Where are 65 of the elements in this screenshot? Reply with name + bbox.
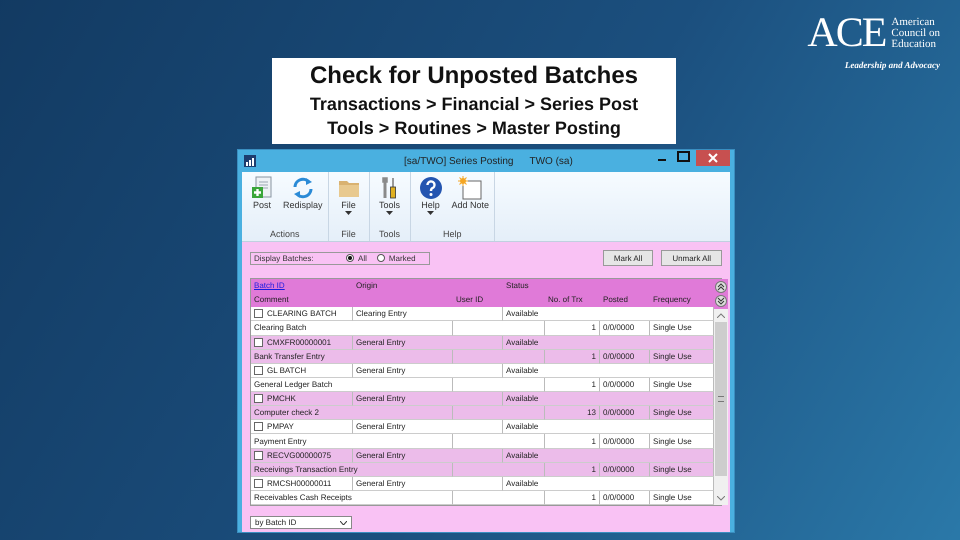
expand-rows-icon[interactable] bbox=[715, 295, 727, 307]
close-icon[interactable] bbox=[696, 150, 730, 166]
column-header[interactable]: Batch ID bbox=[251, 279, 353, 293]
ribbon-button[interactable]: Post bbox=[245, 172, 279, 229]
batch-id-cell: PMCHK bbox=[267, 394, 296, 404]
row-checkbox[interactable] bbox=[254, 479, 263, 488]
menu-path: Transactions > Financial > Series Post bbox=[310, 93, 638, 116]
ribbon-group-label: File bbox=[341, 229, 356, 241]
row-checkbox[interactable] bbox=[254, 422, 263, 432]
batch-id-cell: RMCSH00000011 bbox=[267, 479, 332, 488]
ribbon-group-label: Actions bbox=[270, 229, 300, 241]
column-header[interactable]: Posted bbox=[600, 293, 650, 308]
comment-cell: Receivables Cash Receipts bbox=[251, 491, 453, 506]
scroll-thumb[interactable] bbox=[715, 322, 727, 476]
ribbon-button[interactable]: Tools bbox=[372, 172, 407, 229]
ribbon-button[interactable]: File bbox=[332, 172, 366, 229]
batch-id-cell: GL BATCH bbox=[267, 366, 306, 375]
filter-label: Display Batches: bbox=[254, 254, 315, 262]
app-icon bbox=[244, 155, 256, 167]
window-title: [sa/TWO] Series Posting bbox=[404, 156, 514, 166]
radio-option[interactable]: Marked bbox=[376, 254, 416, 262]
row-checkbox[interactable] bbox=[254, 366, 263, 375]
batch-id-cell: CLEARING BATCH bbox=[267, 309, 337, 318]
scroll-down-icon[interactable] bbox=[717, 496, 725, 502]
company-name: TWO (sa) bbox=[529, 156, 573, 166]
column-header[interactable]: Comment bbox=[251, 293, 453, 308]
logo-name-line: Education bbox=[891, 38, 938, 50]
ribbon-group-label: Tools bbox=[379, 229, 400, 241]
radio-button[interactable] bbox=[376, 254, 385, 262]
logo-name-line: American bbox=[891, 16, 936, 28]
menu-path: Tools > Routines > Master Posting bbox=[327, 117, 621, 140]
posted-date-cell: 0/0/0000 bbox=[600, 491, 650, 506]
note-icon bbox=[458, 176, 482, 200]
scrollbar[interactable] bbox=[714, 309, 728, 506]
document-plus-icon bbox=[250, 176, 274, 200]
mark-button[interactable]: Unmark All bbox=[661, 250, 722, 266]
sort-dropdown[interactable]: by Batch ID bbox=[250, 516, 352, 530]
ribbon-button[interactable]: Help bbox=[414, 172, 448, 229]
row-checkbox[interactable] bbox=[254, 338, 263, 347]
mark-button[interactable]: Mark All bbox=[602, 250, 654, 266]
help-icon bbox=[418, 176, 443, 200]
column-header[interactable]: Origin bbox=[353, 279, 503, 293]
batch-id-cell: CMXFR00000001 bbox=[267, 338, 332, 347]
column-header[interactable]: Status bbox=[503, 279, 714, 293]
logo-tagline: Leadership and Advocacy bbox=[844, 60, 940, 70]
batch-id-cell: PMPAY bbox=[267, 422, 294, 432]
radio-button[interactable] bbox=[346, 254, 354, 262]
logo-name-line: Council on bbox=[891, 28, 940, 38]
ribbon-button[interactable]: Add Note bbox=[450, 172, 492, 229]
column-header[interactable]: No. of Trx bbox=[545, 293, 600, 308]
radio-option[interactable]: All bbox=[346, 254, 367, 262]
column-header[interactable]: User ID bbox=[453, 293, 545, 308]
row-checkbox[interactable] bbox=[254, 450, 263, 460]
slide-title: Check for Unposted Batches bbox=[310, 61, 638, 91]
row-checkbox[interactable] bbox=[254, 394, 263, 404]
logo-wordmark: ACE bbox=[807, 12, 886, 54]
collapse-rows-icon[interactable] bbox=[715, 281, 727, 293]
column-header[interactable]: Frequency bbox=[650, 293, 714, 308]
ribbon-button[interactable]: Redisplay bbox=[281, 172, 325, 229]
row-checkbox[interactable] bbox=[254, 309, 263, 318]
ribbon-group-label: Help bbox=[443, 229, 462, 241]
batch-id-cell: RECVG00000075 bbox=[267, 450, 332, 460]
scroll-up-icon[interactable] bbox=[717, 313, 725, 318]
refresh-icon bbox=[290, 176, 315, 200]
trx-count-cell: 1 bbox=[545, 491, 600, 506]
